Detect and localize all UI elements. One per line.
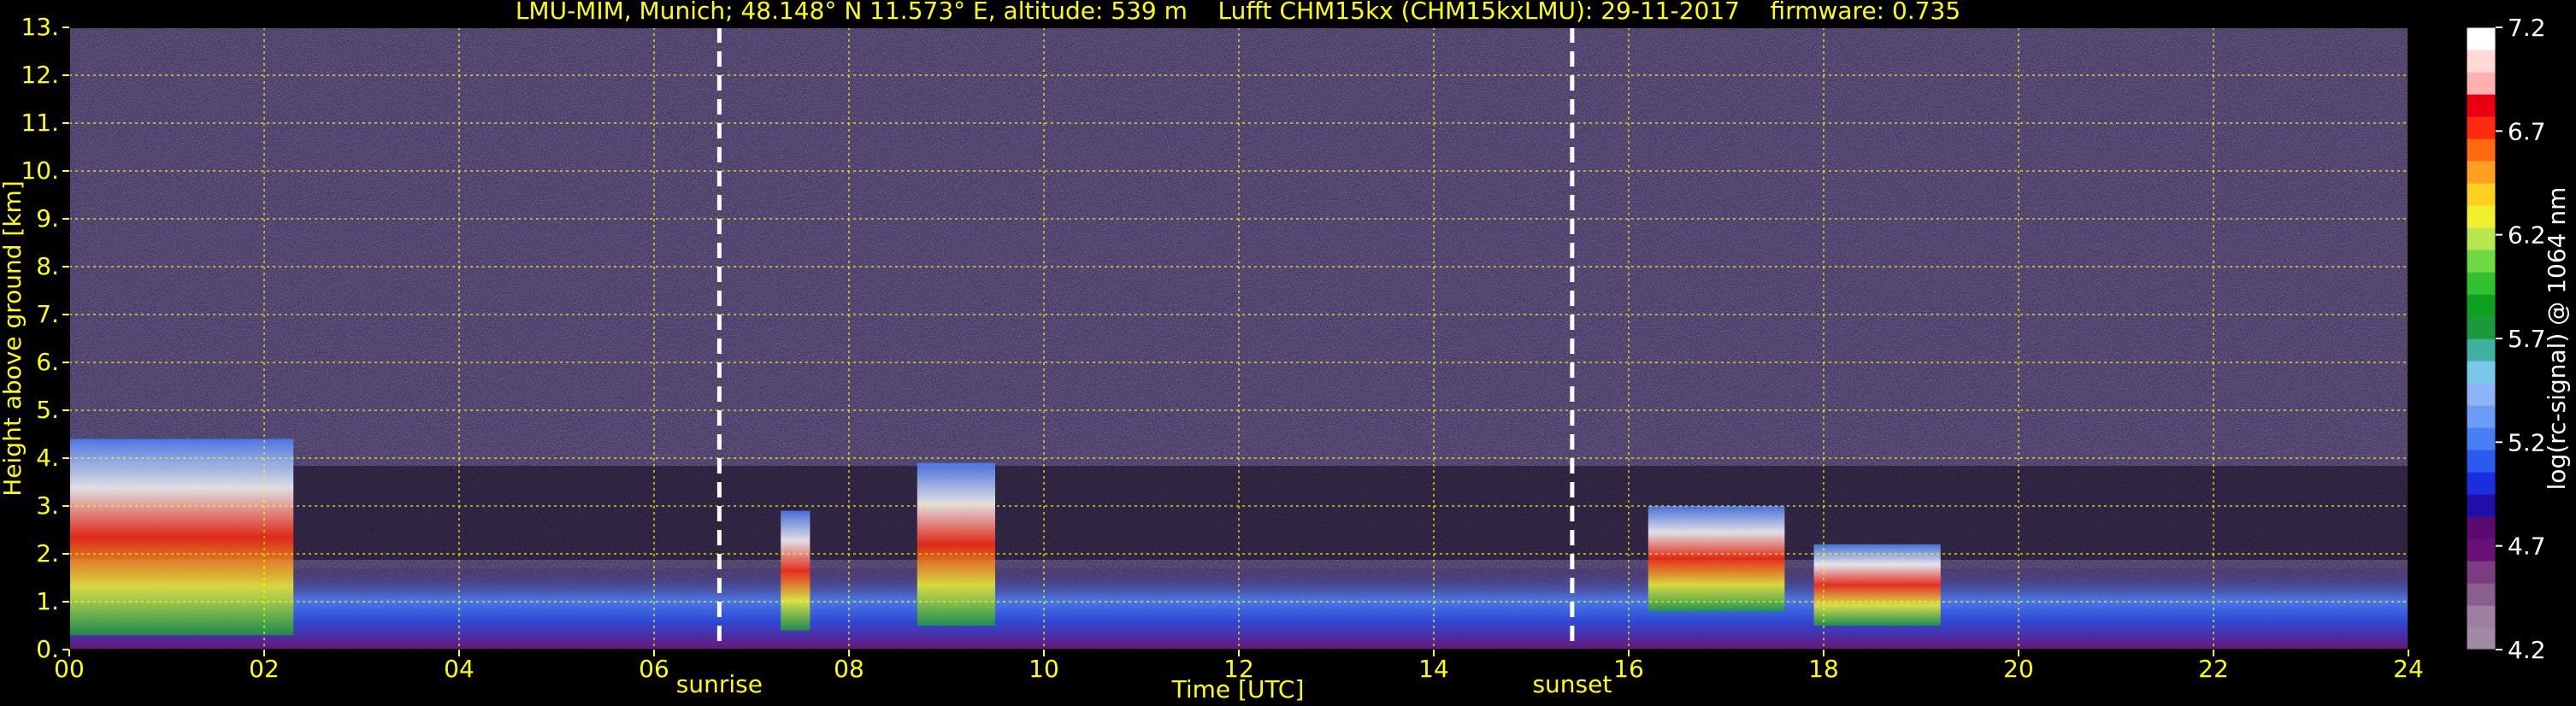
colorbar-tick-label: 5.7 xyxy=(2508,325,2546,353)
colorbar-segment xyxy=(2467,583,2496,606)
y-axis-label: Height above ground [km] xyxy=(0,180,27,497)
y-tick-label: 2. xyxy=(36,539,59,568)
x-tick-label: 18 xyxy=(1808,655,1839,683)
colorbar-tick-label: 6.7 xyxy=(2508,117,2546,145)
colorbar-segment xyxy=(2467,250,2496,273)
x-tick-label: 08 xyxy=(834,655,864,683)
colorbar-segment xyxy=(2467,494,2496,517)
x-tick-label: 02 xyxy=(249,655,280,683)
feature-1 xyxy=(69,438,294,636)
chart-title: LMU-MIM, Munich; 48.148° N 11.573° E, al… xyxy=(516,0,1960,25)
y-tick-label: 12. xyxy=(21,61,59,89)
y-tick-label: 11. xyxy=(21,109,59,137)
colorbar-segment xyxy=(2467,316,2496,339)
colorbar-segment xyxy=(2467,561,2496,584)
colorbar-segment xyxy=(2467,383,2496,406)
sunset-label: sunset xyxy=(1532,670,1612,698)
y-tick-label: 8. xyxy=(36,252,59,280)
colorbar-segment xyxy=(2467,72,2496,95)
feature-5 xyxy=(1813,544,1941,626)
sunrise-label: sunrise xyxy=(676,670,763,698)
x-axis-label: Time [UTC] xyxy=(1171,675,1305,703)
feature-4 xyxy=(1648,506,1785,612)
x-tick-label: 14 xyxy=(1418,655,1449,683)
colorbar-segment xyxy=(2467,450,2496,473)
colorbar-segment xyxy=(2467,627,2496,650)
x-tick-label: 20 xyxy=(2003,655,2034,683)
colorbar-segment xyxy=(2467,50,2496,73)
colorbar-segment xyxy=(2467,227,2496,250)
colorbar-segment xyxy=(2467,605,2496,628)
y-tick-label: 6. xyxy=(36,348,59,376)
feature-2 xyxy=(781,510,811,631)
x-tick-label: 00 xyxy=(54,655,85,683)
colorbar-segment xyxy=(2467,338,2496,362)
colorbar-segment xyxy=(2467,205,2496,228)
colorbar-segment xyxy=(2467,183,2496,206)
y-tick-label: 13. xyxy=(21,13,59,41)
x-tick-label: 10 xyxy=(1029,655,1059,683)
colorbar: 7.2 6.7 6.2 5.7 5.2 4.7 4.2 xyxy=(2466,14,2546,664)
x-tick-label: 24 xyxy=(2393,655,2424,683)
y-tick-label: 7. xyxy=(36,300,59,328)
y-axis: 0.1.2.3.4.5.6.7.8.9.10.11.12.13. xyxy=(21,13,69,663)
colorbar-segment xyxy=(2467,116,2496,139)
x-tick-label: 06 xyxy=(639,655,669,683)
y-tick-label: 5. xyxy=(36,396,59,424)
y-tick-label: 1. xyxy=(36,587,59,615)
plot-area xyxy=(68,26,2409,650)
y-tick-label: 4. xyxy=(36,444,59,472)
x-tick-label: 22 xyxy=(2198,655,2229,683)
y-tick-label: 3. xyxy=(36,491,59,520)
colorbar-segment xyxy=(2467,294,2496,317)
colorbar-segment xyxy=(2467,538,2496,562)
colorbar-segment xyxy=(2467,27,2496,50)
colorbar-tick-label: 5.2 xyxy=(2508,428,2546,456)
colorbar-segment xyxy=(2467,361,2496,384)
colorbar-label: log(rc-signal) @ 1064 nm xyxy=(2543,187,2571,491)
colorbar-tick-label: 4.2 xyxy=(2508,636,2546,664)
ceilometer-chart: LMU-MIM, Munich; 48.148° N 11.573° E, al… xyxy=(0,0,2571,703)
colorbar-segment xyxy=(2467,94,2496,117)
colorbar-segment xyxy=(2467,472,2496,495)
colorbar-segment xyxy=(2467,272,2496,295)
colorbar-segment xyxy=(2467,138,2496,162)
y-tick-label: 9. xyxy=(36,204,59,232)
colorbar-tick-label: 7.2 xyxy=(2508,14,2546,42)
colorbar-tick-label: 6.2 xyxy=(2508,221,2546,250)
x-tick-label: 16 xyxy=(1613,655,1644,683)
y-tick-label: 10. xyxy=(21,156,59,185)
colorbar-segment xyxy=(2467,161,2496,184)
colorbar-segment xyxy=(2467,427,2496,450)
colorbar-segment xyxy=(2467,405,2496,428)
colorbar-tick-label: 4.7 xyxy=(2508,532,2546,561)
colorbar-segment xyxy=(2467,516,2496,539)
x-tick-label: 04 xyxy=(444,655,475,683)
